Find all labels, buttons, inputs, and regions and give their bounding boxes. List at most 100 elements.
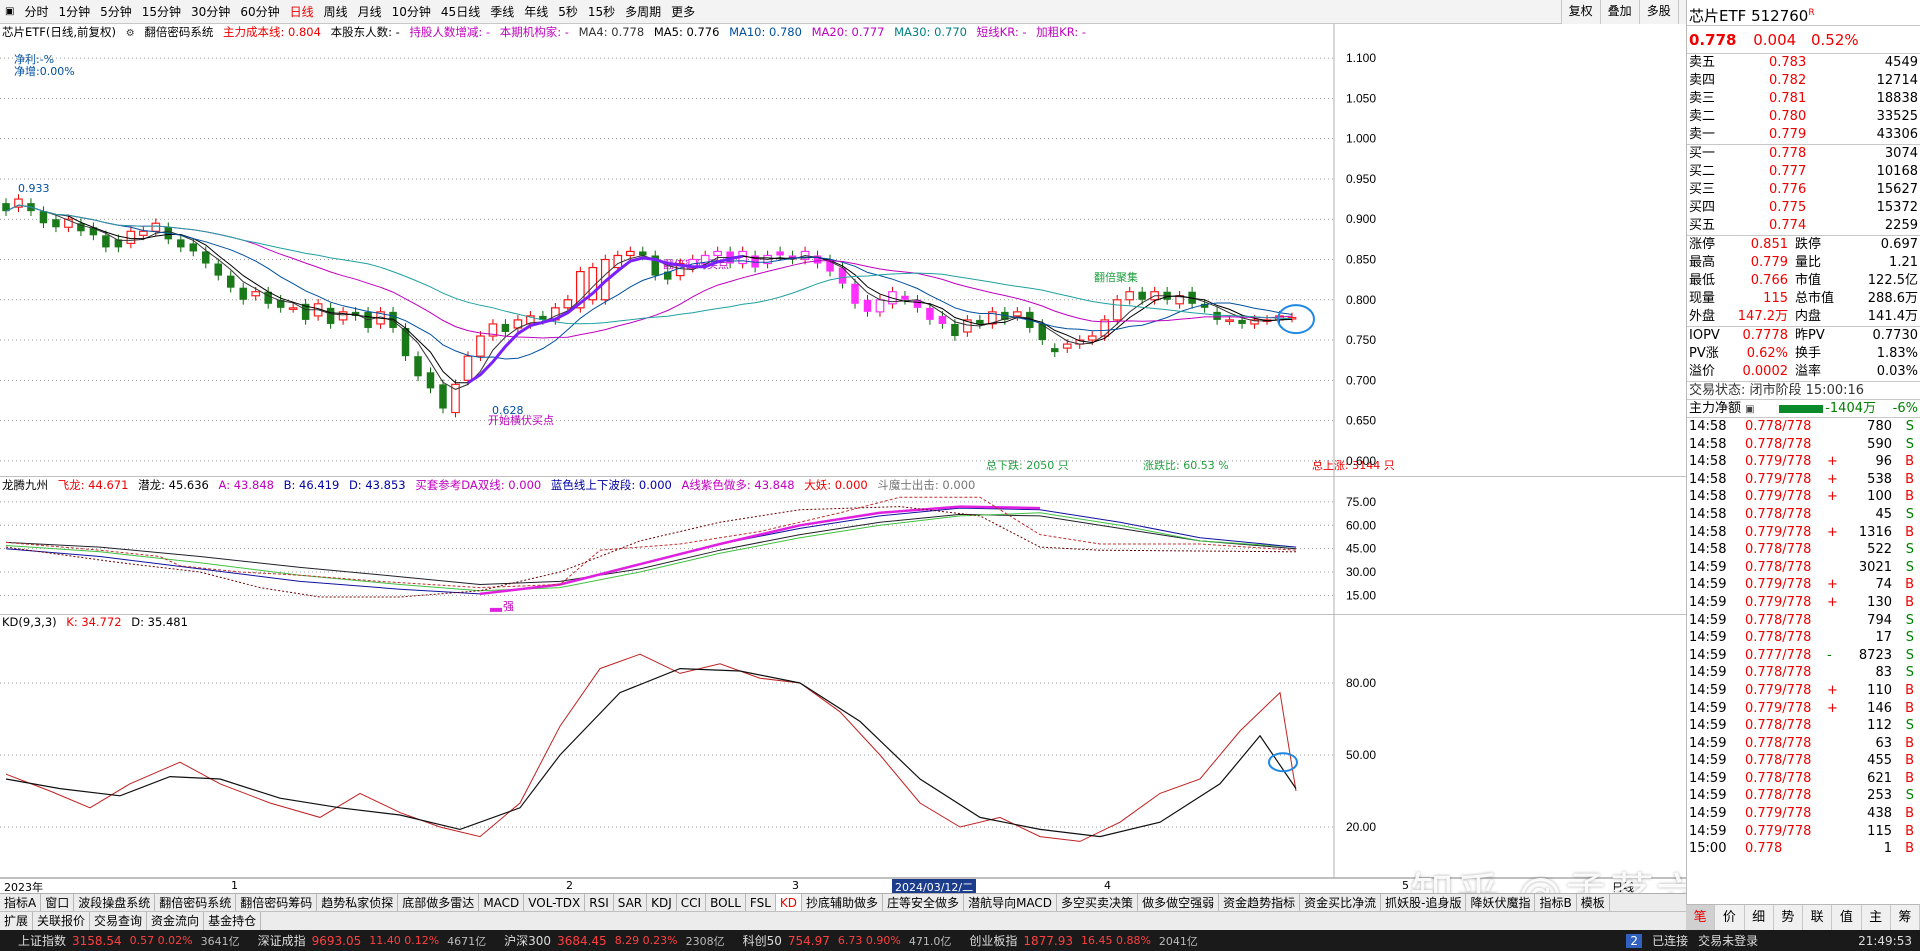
period-4[interactable]: 30分钟 [186,3,235,20]
ext-tab-1[interactable]: 关联报价 [33,912,91,930]
index-name-0[interactable]: 上证指数 [18,932,66,949]
indicator-tab-4[interactable]: 翻倍密码筹码 [236,894,318,912]
period-7[interactable]: 周线 [319,3,353,20]
indicator-tab-7[interactable]: MACD [479,894,525,912]
candle-84 [1051,348,1059,353]
indicator-tab-12[interactable]: CCI [677,894,707,912]
tick-volume: 522 [1867,542,1892,558]
candlestick-chart[interactable]: 1.100 1.050 1.000 0.950 0.900 0.850 0.800 0.750… [0,24,1686,477]
sells-label: 卖三 [1689,91,1716,106]
main-chart-panel[interactable]: 芯片ETF(日线,前复权) ⚙ 翻倍密码系统 主力成本线: 0.804 本股东人… [0,24,1686,477]
quote-tab-7[interactable]: 筹 [1891,905,1920,930]
indicator-tab-13[interactable]: BOLL [706,894,746,912]
ext-tab-4[interactable]: 基金持仓 [204,912,262,930]
quote-tab-2[interactable]: 细 [1745,905,1774,930]
indicator-tab-21[interactable]: 资金趋势指标 [1219,894,1301,912]
indicator-tab-1[interactable]: 窗口 [41,894,75,912]
indicator-tab-22[interactable]: 资金买比净流 [1300,894,1382,912]
period-3[interactable]: 15分钟 [137,3,186,20]
iopv-label-a: 溢价 [1689,364,1716,379]
top-button-1[interactable]: 叠加 [1599,0,1639,24]
tick-row: 14:58 0.779/778 +1316 B [1687,524,1920,542]
tick-list[interactable]: 14:58 0.778/778 780 S 14:58 0.778/778 590 S 14:5… [1687,417,1920,858]
indicator-tab-18[interactable]: 潜航导向MACD [964,894,1058,912]
period-14[interactable]: 15秒 [583,3,620,20]
quote-tab-1[interactable]: 价 [1715,905,1745,930]
period-13[interactable]: 5秒 [553,3,583,20]
kd-ytick-0: 80.00 [1346,676,1376,690]
period-2[interactable]: 5分钟 [95,3,137,20]
period-16[interactable]: 更多 [666,3,700,20]
indicator-tab-8[interactable]: VOL-TDX [524,894,586,912]
quote-price: 0.778 [1689,31,1737,49]
indicator-tab-25[interactable]: 指标B [1535,894,1577,912]
trade-login-status[interactable]: 交易未登录 [1698,932,1758,949]
period-9[interactable]: 10分钟 [387,3,436,20]
indicator-tab-6[interactable]: 底部做多雷达 [398,894,480,912]
indicator-tab-17[interactable]: 庄等安全做多 [883,894,965,912]
tick-row: 14:59 0.778/778 455 B [1687,752,1920,770]
indicator-tab-24[interactable]: 降妖伏魔指 [1466,894,1536,912]
quote-tab-6[interactable]: 主 [1862,905,1891,930]
indicator-panel-kd[interactable]: KD(9,3,3) K: 34.772 D: 35.481 80.00 50.00… [0,615,1686,878]
top-button-0[interactable]: 复权 [1560,0,1600,24]
indicator-panel-longteng[interactable]: 龙腾九州 飞龙: 44.671 潜龙: 45.636 A: 43.848 B: … [0,477,1686,615]
buys-volume: 3074 [1884,146,1918,161]
quote-tab-0[interactable]: 笔 [1686,905,1716,930]
menu-icon[interactable]: ▣ [0,6,19,17]
ext-tab-3[interactable]: 资金流向 [147,912,205,930]
indicator1-chart[interactable]: 75.00 60.00 45.00 30.00 15.00 [0,477,1686,615]
indicator-tab-26[interactable]: 模板 [1577,894,1610,912]
indicator-tab-3[interactable]: 翻倍密码系统 [155,894,237,912]
quote-stats: 涨停 0.851 跌停 0.697 最高 0.779 量比 1.21 最低 0.766 市值 122.… [1687,235,1920,326]
candle-20 [251,291,261,297]
period-8[interactable]: 月线 [353,3,387,20]
indicator-tab-10[interactable]: SAR [614,894,648,912]
period-11[interactable]: 季线 [485,3,519,20]
period-0[interactable]: 分时 [19,3,53,20]
indicator-tab-5[interactable]: 趋势私家侦探 [317,894,399,912]
candle-99 [1238,319,1246,324]
tick-volume: 438 [1867,806,1892,822]
indicator-tab-14[interactable]: FSL [746,894,776,912]
index-name-3[interactable]: 科创50 [743,932,782,949]
indicator-tab-2[interactable]: 波段操盘系统 [74,894,156,912]
indicator-tab-20[interactable]: 做多做空强弱 [1138,894,1220,912]
quote-tab-3[interactable]: 势 [1774,905,1803,930]
quote-tab-5[interactable]: 值 [1832,905,1862,930]
tick-time: 14:58 [1689,419,1727,434]
tick-side: S [1905,630,1914,646]
ext-tab-0[interactable]: 扩展 [0,912,34,930]
period-1[interactable]: 1分钟 [53,3,95,20]
index-name-2[interactable]: 沪深300 [504,932,551,949]
indicator-tab-0[interactable]: 指标A [0,894,42,912]
quote-tab-4[interactable]: 联 [1803,905,1833,930]
indicator-tab-9[interactable]: RSI [585,894,614,912]
period-15[interactable]: 多周期 [620,3,666,20]
ind1-ytick-0: 75.00 [1346,495,1376,509]
quote-name: 芯片ETF [1689,7,1747,25]
tick-row: 14:58 0.778/778 780 S [1687,418,1920,436]
period-6[interactable]: 日线 [285,3,319,20]
period-5[interactable]: 60分钟 [235,3,284,20]
sells-row: 卖一 0.779 43306 [1687,126,1920,144]
stats-label-b: 总市值 [1795,291,1835,306]
iopv-label-b: 换手 [1795,346,1822,361]
period-12[interactable]: 年线 [519,3,553,20]
stats-val-b: 1.21 [1889,255,1918,270]
buys-price: 0.777 [1769,164,1807,179]
index-name-4[interactable]: 创业板指 [969,932,1017,949]
top-button-2[interactable]: 多股 [1638,0,1678,24]
net-flow-bar [1779,405,1823,413]
indicator-tab-11[interactable]: KDJ [647,894,677,912]
status-badge[interactable]: 2 [1626,933,1643,948]
indicator-tab-23[interactable]: 抓妖股-追身版 [1381,894,1467,912]
indicator-tab-16[interactable]: 抄底辅助做多 [802,894,884,912]
iopv-label-a: PV涨 [1689,346,1719,361]
indicator-tab-19[interactable]: 多空买卖决策 [1057,894,1139,912]
ext-tab-2[interactable]: 交易查询 [90,912,148,930]
indicator-tab-15[interactable]: KD [775,894,803,912]
period-10[interactable]: 45日线 [436,3,485,20]
index-name-1[interactable]: 深证成指 [258,932,306,949]
kd-chart[interactable]: 80.00 50.00 20.00 [0,615,1686,878]
